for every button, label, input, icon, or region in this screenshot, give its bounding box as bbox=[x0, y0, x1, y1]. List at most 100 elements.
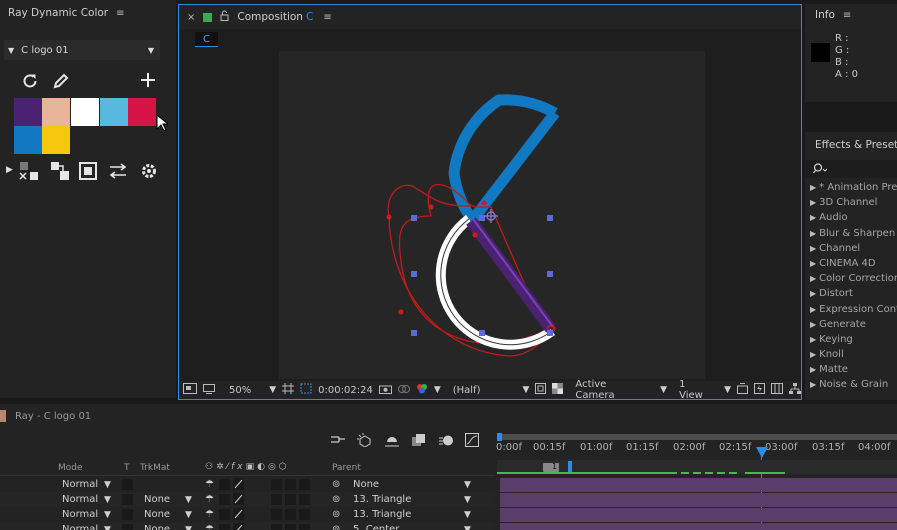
layer-row[interactable]: Normal ▼ ☂ ⊚ None ▼ bbox=[0, 477, 495, 492]
show-snapshot-icon[interactable] bbox=[397, 384, 410, 397]
trkmat-dropdown-icon[interactable]: ▼ bbox=[185, 510, 192, 520]
preserve-transparency-box[interactable] bbox=[122, 494, 133, 505]
mode-dropdown-icon[interactable]: ▼ bbox=[104, 480, 111, 490]
expand-triangle-icon[interactable]: ▶ bbox=[6, 165, 13, 175]
playhead[interactable] bbox=[756, 447, 768, 458]
trkmat-dropdown-icon[interactable]: ▼ bbox=[185, 525, 192, 530]
pixel-aspect-icon[interactable] bbox=[737, 383, 748, 397]
roi-icon[interactable] bbox=[535, 383, 547, 397]
pickwhip-icon[interactable]: ⊚ bbox=[332, 524, 340, 530]
layer-row[interactable]: Normal ▼ None ▼ ☂ ⊚ 13. Triangle ▼ bbox=[0, 492, 495, 507]
composition-title-suffix[interactable]: C bbox=[306, 11, 313, 23]
snapshot-icon[interactable] bbox=[183, 383, 197, 397]
col-mode[interactable]: Mode bbox=[58, 463, 83, 473]
timeline-toggle-icon[interactable] bbox=[771, 383, 783, 397]
refresh-icon[interactable] bbox=[21, 72, 39, 93]
mode-value[interactable]: Normal bbox=[62, 524, 98, 530]
mode-dropdown-icon[interactable]: ▼ bbox=[104, 510, 111, 520]
pickwhip-icon[interactable]: ⊚ bbox=[332, 479, 340, 490]
swap-arrows-icon[interactable] bbox=[108, 163, 128, 182]
lock-icon[interactable] bbox=[220, 10, 229, 24]
expand-triangle-icon[interactable]: ▶ bbox=[810, 259, 816, 268]
adjust-switch-box[interactable] bbox=[299, 509, 310, 520]
preserve-transparency-box[interactable] bbox=[122, 524, 133, 530]
add-color-icon[interactable] bbox=[140, 72, 156, 91]
info-menu-icon[interactable]: ≡ bbox=[843, 10, 851, 21]
color-group-dropdown[interactable]: ▼ C logo 01 ▼ bbox=[4, 40, 160, 60]
layer-duration-bar[interactable] bbox=[500, 478, 897, 492]
effects-category[interactable]: ▶ Audio bbox=[805, 210, 897, 225]
blend-switch-box[interactable] bbox=[285, 509, 296, 520]
parent-dropdown-icon[interactable]: ▼ bbox=[464, 510, 471, 520]
swap-swatch-icon[interactable] bbox=[18, 161, 40, 184]
quality-switch-icon[interactable] bbox=[233, 523, 244, 530]
quality-switch-icon[interactable] bbox=[233, 508, 244, 520]
effects-category[interactable]: ▶ Color Correction bbox=[805, 271, 897, 286]
collapse-switch-box[interactable] bbox=[219, 524, 230, 530]
col-t[interactable]: T bbox=[124, 463, 130, 473]
collapse-switch-box[interactable] bbox=[219, 479, 230, 490]
expand-triangle-icon[interactable]: ▶ bbox=[810, 229, 816, 238]
preserve-transparency-box[interactable] bbox=[122, 509, 133, 520]
layer-row[interactable]: Normal ▼ None ▼ ☂ ⊚ 13. Triangle ▼ bbox=[0, 507, 495, 522]
expand-triangle-icon[interactable]: ▶ bbox=[810, 244, 816, 253]
effects-category[interactable]: ▶ CINEMA 4D bbox=[805, 256, 897, 271]
layer-duration-bar[interactable] bbox=[500, 508, 897, 522]
collapse-switch-box[interactable] bbox=[219, 509, 230, 520]
keyframe-marker[interactable]: 1 bbox=[543, 462, 559, 472]
parent-value[interactable]: None bbox=[353, 479, 379, 490]
expand-triangle-icon[interactable]: ▶ bbox=[810, 335, 816, 344]
region-icon[interactable] bbox=[300, 383, 312, 397]
collapse-triangle-icon[interactable]: ▼ bbox=[8, 46, 14, 55]
mode-dropdown-icon[interactable]: ▼ bbox=[104, 495, 111, 505]
effects-category[interactable]: ▶ Blur & Sharpen bbox=[805, 226, 897, 241]
color-swatch[interactable] bbox=[42, 98, 70, 126]
parent-value[interactable]: 5. Center bbox=[353, 524, 399, 530]
composition-canvas[interactable] bbox=[279, 51, 705, 379]
eyedropper-icon[interactable] bbox=[52, 72, 70, 93]
expand-triangle-icon[interactable]: ▶ bbox=[810, 365, 816, 374]
parent-dropdown-icon[interactable]: ▼ bbox=[464, 480, 471, 490]
shy-switch-icon[interactable]: ☂ bbox=[205, 494, 214, 505]
quality-switch-icon[interactable] bbox=[233, 493, 244, 505]
effect-switch-box[interactable] bbox=[271, 509, 282, 520]
parent-value[interactable]: 13. Triangle bbox=[353, 494, 411, 505]
expand-triangle-icon[interactable]: ▶ bbox=[810, 289, 816, 298]
mode-dropdown-icon[interactable]: ▼ bbox=[104, 525, 111, 530]
adjust-switch-box[interactable] bbox=[299, 494, 310, 505]
shy-switch-icon[interactable]: ☂ bbox=[205, 479, 214, 490]
effects-category[interactable]: ▶ Keying bbox=[805, 332, 897, 347]
effects-category[interactable]: ▶ Knoll bbox=[805, 347, 897, 362]
effect-switch-box[interactable] bbox=[271, 479, 282, 490]
camera-snapshot-icon[interactable] bbox=[378, 384, 392, 397]
color-swatch[interactable] bbox=[128, 98, 156, 126]
camera-dropdown-icon[interactable]: ▼ bbox=[660, 385, 667, 395]
mode-value[interactable]: Normal bbox=[62, 494, 98, 505]
effects-category[interactable]: ▶ Generate bbox=[805, 317, 897, 332]
zoom-value[interactable]: 50% bbox=[229, 385, 251, 396]
zoom-dropdown-icon[interactable]: ▼ bbox=[269, 385, 276, 395]
display-icon[interactable] bbox=[203, 383, 215, 397]
effect-switch-box[interactable] bbox=[271, 494, 282, 505]
timeline-tab-label[interactable]: Ray - C logo 01 bbox=[15, 411, 91, 422]
work-area-bar[interactable] bbox=[499, 434, 897, 440]
collapse-switch-box[interactable] bbox=[219, 494, 230, 505]
parent-value[interactable]: 13. Triangle bbox=[353, 509, 411, 520]
mode-value[interactable]: Normal bbox=[62, 509, 98, 520]
adjust-switch-box[interactable] bbox=[299, 524, 310, 530]
trkmat-value[interactable]: None bbox=[144, 494, 170, 505]
effects-category[interactable]: ▶ Expression Cont bbox=[805, 302, 897, 317]
parent-dropdown-icon[interactable]: ▼ bbox=[464, 525, 471, 530]
grid-icon[interactable] bbox=[282, 383, 295, 397]
trkmat-value[interactable]: None bbox=[144, 509, 170, 520]
view-dropdown-icon[interactable]: ▼ bbox=[724, 385, 731, 395]
expand-triangle-icon[interactable]: ▶ bbox=[810, 183, 816, 192]
frame-icon[interactable] bbox=[79, 162, 97, 183]
blend-switch-box[interactable] bbox=[285, 524, 296, 530]
expand-triangle-icon[interactable]: ▶ bbox=[810, 274, 816, 283]
adjust-switch-box[interactable] bbox=[299, 479, 310, 490]
work-area-start-handle[interactable] bbox=[497, 433, 502, 441]
expand-triangle-icon[interactable]: ▶ bbox=[810, 198, 816, 207]
comp-subtab[interactable]: C bbox=[195, 32, 218, 47]
shy-switch-icon[interactable]: ☂ bbox=[205, 509, 214, 520]
